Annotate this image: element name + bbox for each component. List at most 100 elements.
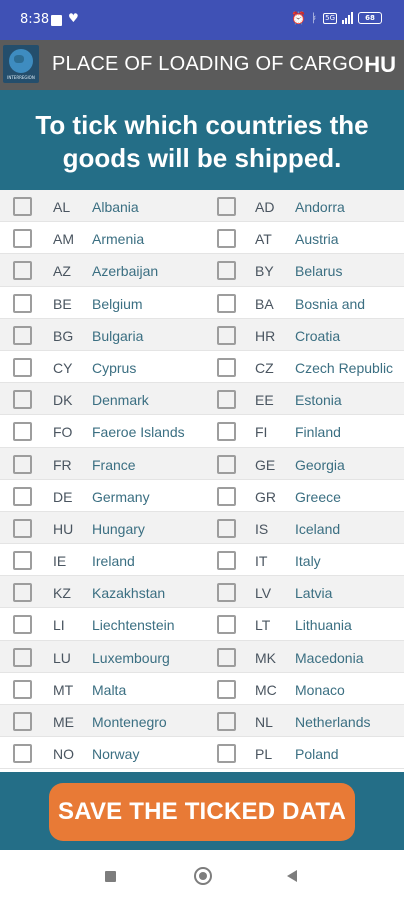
country-checkbox[interactable] [217, 390, 236, 410]
country-item[interactable]: LV Latvia [215, 576, 404, 608]
country-name: Azerbaijan [92, 263, 159, 280]
country-checkbox[interactable] [217, 261, 236, 281]
language-selector[interactable]: HU [364, 52, 396, 78]
country-item[interactable]: LT Lithuania [215, 608, 404, 640]
country-item[interactable]: PL Poland [215, 737, 404, 769]
country-item[interactable]: KZ Kazakhstan [0, 576, 210, 608]
country-checkbox[interactable] [13, 357, 32, 377]
country-item[interactable]: IT Italy [215, 544, 404, 576]
country-row: AZ Azerbaijan BY Belarus [0, 254, 404, 287]
country-checkbox[interactable] [13, 390, 32, 410]
country-name: Germany [92, 488, 150, 505]
battery-icon: 68 [358, 12, 382, 24]
country-checkbox[interactable] [217, 422, 236, 442]
country-name: Kazakhstan [92, 585, 166, 602]
country-name: Montenegro [92, 714, 167, 730]
country-checkbox[interactable] [217, 583, 236, 603]
country-item[interactable]: AD Andorra [215, 190, 404, 222]
country-item[interactable]: CY Cyprus [0, 351, 210, 383]
country-checkbox[interactable] [217, 197, 236, 216]
country-item[interactable]: IE Ireland [0, 544, 210, 576]
country-checkbox[interactable] [217, 647, 236, 667]
country-code: ME [53, 714, 74, 730]
country-row: NO Norway PL Poland [0, 737, 404, 770]
country-checkbox[interactable] [13, 422, 32, 442]
country-item[interactable]: BY Belarus [215, 254, 404, 286]
country-item[interactable]: FR France [0, 448, 210, 480]
country-checkbox[interactable] [13, 325, 32, 345]
country-item[interactable]: DK Denmark [0, 383, 210, 415]
country-item[interactable]: HU Hungary [0, 512, 210, 544]
country-checkbox[interactable] [13, 615, 32, 635]
country-checkbox[interactable] [217, 357, 236, 377]
country-item[interactable]: IS Iceland [215, 512, 404, 544]
home-circle-icon[interactable] [194, 867, 212, 885]
country-code: FR [53, 456, 72, 473]
country-item[interactable]: FI Finland [215, 415, 404, 447]
country-checkbox[interactable] [13, 518, 32, 538]
country-item[interactable]: AL Albania [0, 190, 210, 222]
country-item[interactable]: LU Luxembourg [0, 641, 210, 673]
country-name: Lithuania [295, 617, 352, 634]
save-ticked-data-button[interactable]: SAVE THE TICKED DATA [49, 783, 355, 841]
country-item[interactable]: AZ Azerbaijan [0, 254, 210, 286]
country-item[interactable]: EE Estonia [215, 383, 404, 415]
country-checkbox[interactable] [13, 647, 32, 667]
country-item[interactable]: BA Bosnia and [215, 287, 404, 319]
instruction-banner: To tick which countries the goods will b… [0, 90, 404, 190]
status-bar: 8:38 ♥ ⏰ ᛓ 5G 68 [0, 0, 404, 40]
country-checkbox[interactable] [13, 454, 32, 474]
country-checkbox[interactable] [217, 615, 236, 635]
country-item[interactable]: AT Austria [215, 222, 404, 254]
country-checkbox[interactable] [217, 744, 236, 764]
country-checkbox[interactable] [217, 518, 236, 538]
country-item[interactable]: MK Macedonia [215, 641, 404, 673]
country-code: CZ [255, 359, 274, 376]
country-checkbox[interactable] [13, 744, 32, 764]
recents-square-icon[interactable] [105, 871, 116, 882]
country-checkbox[interactable] [217, 293, 236, 313]
country-checkbox[interactable] [13, 583, 32, 603]
back-triangle-icon[interactable] [287, 870, 297, 882]
country-item[interactable]: NL Netherlands [215, 705, 404, 737]
country-item[interactable]: HR Croatia [215, 319, 404, 351]
country-checkbox[interactable] [217, 325, 236, 345]
country-list[interactable]: AL Albania AD Andorra AM Armenia AT Austria AZ Az… [0, 190, 404, 772]
country-code: BA [255, 295, 274, 312]
country-item[interactable]: BG Bulgaria [0, 319, 210, 351]
country-checkbox[interactable] [13, 197, 32, 216]
country-checkbox[interactable] [13, 551, 32, 571]
country-item[interactable]: GE Georgia [215, 448, 404, 480]
country-checkbox[interactable] [13, 293, 32, 313]
country-item[interactable]: ME Montenegro [0, 705, 210, 737]
country-item[interactable]: DE Germany [0, 480, 210, 512]
country-checkbox[interactable] [217, 486, 236, 506]
country-checkbox[interactable] [13, 712, 32, 731]
country-item[interactable]: BE Belgium [0, 287, 210, 319]
country-item[interactable]: FO Faeroe Islands [0, 415, 210, 447]
country-checkbox[interactable] [217, 229, 236, 249]
country-item[interactable]: MC Monaco [215, 673, 404, 705]
country-checkbox[interactable] [13, 679, 32, 699]
country-checkbox[interactable] [13, 486, 32, 506]
country-row: LU Luxembourg MK Macedonia [0, 640, 404, 673]
country-checkbox[interactable] [217, 712, 236, 731]
country-item[interactable]: AM Armenia [0, 222, 210, 254]
country-item[interactable]: LI Liechtenstein [0, 608, 210, 640]
country-code: AT [255, 231, 272, 248]
country-name: Denmark [92, 392, 149, 409]
country-item[interactable]: MT Malta [0, 673, 210, 705]
country-checkbox[interactable] [13, 229, 32, 249]
country-item[interactable]: CZ Czech Republic [215, 351, 404, 383]
country-checkbox[interactable] [217, 454, 236, 474]
country-code: AL [53, 199, 71, 215]
country-code: EE [255, 392, 274, 409]
country-checkbox[interactable] [13, 261, 32, 281]
country-name: Liechtenstein [92, 617, 175, 634]
country-item[interactable]: NO Norway [0, 737, 210, 769]
country-item[interactable]: GR Greece [215, 480, 404, 512]
country-code: CY [53, 359, 73, 376]
country-checkbox[interactable] [217, 679, 236, 699]
country-checkbox[interactable] [217, 551, 236, 571]
country-code: HR [255, 327, 276, 344]
